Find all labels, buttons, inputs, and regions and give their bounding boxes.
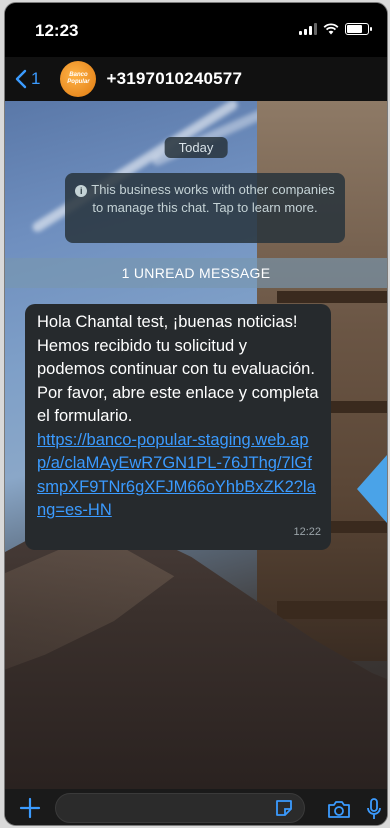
status-time: 12:23 bbox=[35, 21, 79, 40]
business-notice-text: This business works with other companies… bbox=[91, 182, 335, 215]
plus-icon[interactable] bbox=[19, 797, 41, 819]
microphone-icon[interactable] bbox=[367, 797, 381, 821]
camera-icon[interactable] bbox=[327, 799, 351, 819]
annotation-arrow-icon bbox=[357, 455, 387, 523]
chevron-left-icon bbox=[15, 69, 27, 89]
message-link[interactable]: https://banco-popular-staging.web.app/a/… bbox=[37, 431, 316, 520]
status-icons bbox=[299, 23, 372, 35]
wifi-icon bbox=[323, 23, 339, 35]
back-button[interactable]: 1 bbox=[15, 69, 40, 89]
contact-avatar[interactable]: Banco Popular bbox=[60, 61, 97, 97]
message-text: Hola Chantal test, ¡buenas noticias! Hem… bbox=[37, 313, 319, 425]
back-count: 1 bbox=[31, 69, 41, 88]
message-input[interactable] bbox=[55, 793, 305, 823]
chat-header: 1 Banco Popular +3197010240577 bbox=[5, 57, 387, 101]
input-bar bbox=[5, 789, 387, 825]
info-icon: i bbox=[75, 184, 88, 197]
avatar-logo-text: Banco Popular bbox=[67, 72, 90, 85]
signal-icon bbox=[299, 23, 317, 35]
phone-screen: 12:23 1 Banco Popular +3197010240577 Tod… bbox=[4, 2, 388, 826]
battery-icon bbox=[345, 23, 372, 35]
sticker-icon[interactable] bbox=[274, 798, 294, 818]
message-bubble[interactable]: Hola Chantal test, ¡buenas noticias! Hem… bbox=[25, 304, 331, 550]
date-divider: Today bbox=[164, 137, 228, 158]
status-bar: 12:23 bbox=[5, 3, 387, 57]
chat-area[interactable]: Today i This business works with other co… bbox=[5, 101, 387, 789]
contact-name[interactable]: +3197010240577 bbox=[106, 69, 242, 89]
unread-banner: 1 UNREAD MESSAGE bbox=[5, 258, 387, 288]
business-notice[interactable]: i This business works with other companie… bbox=[65, 173, 345, 243]
message-time: 12:22 bbox=[293, 525, 321, 538]
